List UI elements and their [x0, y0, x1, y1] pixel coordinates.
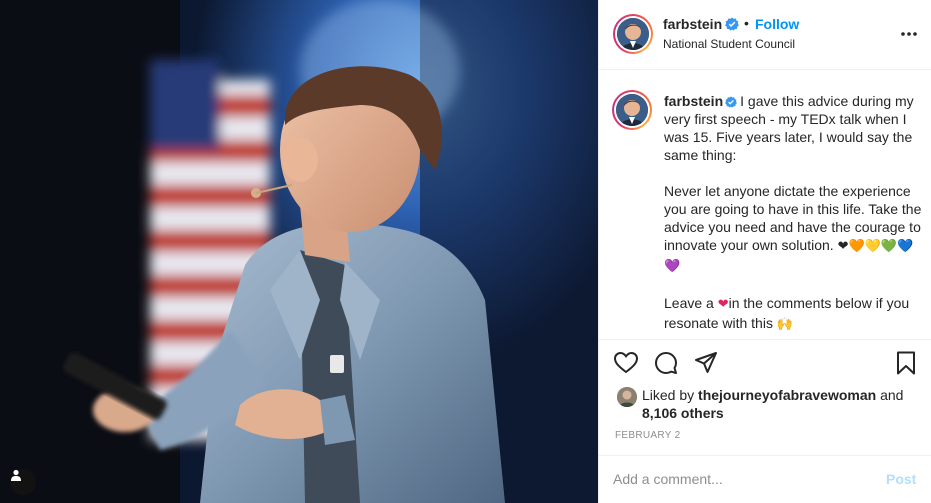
raised-hands-emoji: 🙌	[776, 317, 794, 332]
liked-by-label: Liked by	[642, 387, 695, 403]
caption-avatar[interactable]	[612, 90, 652, 130]
caption-paragraph: Leave a	[664, 295, 714, 311]
caption-username[interactable]: farbstein	[664, 93, 723, 109]
verified-badge-icon	[725, 96, 738, 108]
action-bar	[599, 340, 931, 384]
likes-summary: Liked by thejourneyofabravewoman and 8,1…	[617, 385, 927, 429]
caption-area: farbstein I gave this advice during my ve…	[599, 70, 931, 340]
header-location[interactable]: National Student Council	[663, 37, 795, 51]
caption-text: farbstein I gave this advice during my ve…	[664, 92, 926, 334]
likes-text: Liked by thejourneyofabravewoman and 8,1…	[642, 386, 922, 422]
avatar[interactable]	[613, 14, 653, 54]
post-side-panel: farbstein • Follow National Student Coun…	[598, 0, 931, 503]
likes-count[interactable]: 8,106 others	[642, 405, 724, 421]
liker-avatar[interactable]	[617, 387, 637, 407]
post-comment-button[interactable]: Post	[886, 471, 916, 487]
post-header: farbstein • Follow National Student Coun…	[599, 0, 931, 70]
bookmark-icon[interactable]	[893, 350, 919, 376]
comment-input[interactable]	[613, 468, 868, 490]
user-tag-button[interactable]	[10, 469, 36, 495]
verified-badge-icon	[725, 17, 739, 31]
header-username[interactable]: farbstein	[663, 16, 722, 32]
comment-icon[interactable]	[653, 350, 679, 376]
more-options-icon[interactable]	[899, 26, 919, 42]
follow-button[interactable]: Follow	[755, 16, 799, 32]
heart-icon[interactable]	[613, 350, 639, 376]
post-photo[interactable]	[0, 0, 598, 503]
user-tag-icon	[11, 469, 21, 481]
likes-conjunction: and	[880, 387, 904, 403]
liker-username[interactable]: thejourneyofabravewoman	[698, 387, 876, 403]
heart-emoji: ❤	[717, 297, 729, 312]
speaker-photo	[0, 0, 598, 503]
comment-bar: Post	[599, 455, 931, 503]
share-icon[interactable]	[693, 350, 719, 376]
separator-dot: •	[744, 15, 749, 31]
post-date[interactable]: FEBRUARY 2	[615, 430, 680, 441]
